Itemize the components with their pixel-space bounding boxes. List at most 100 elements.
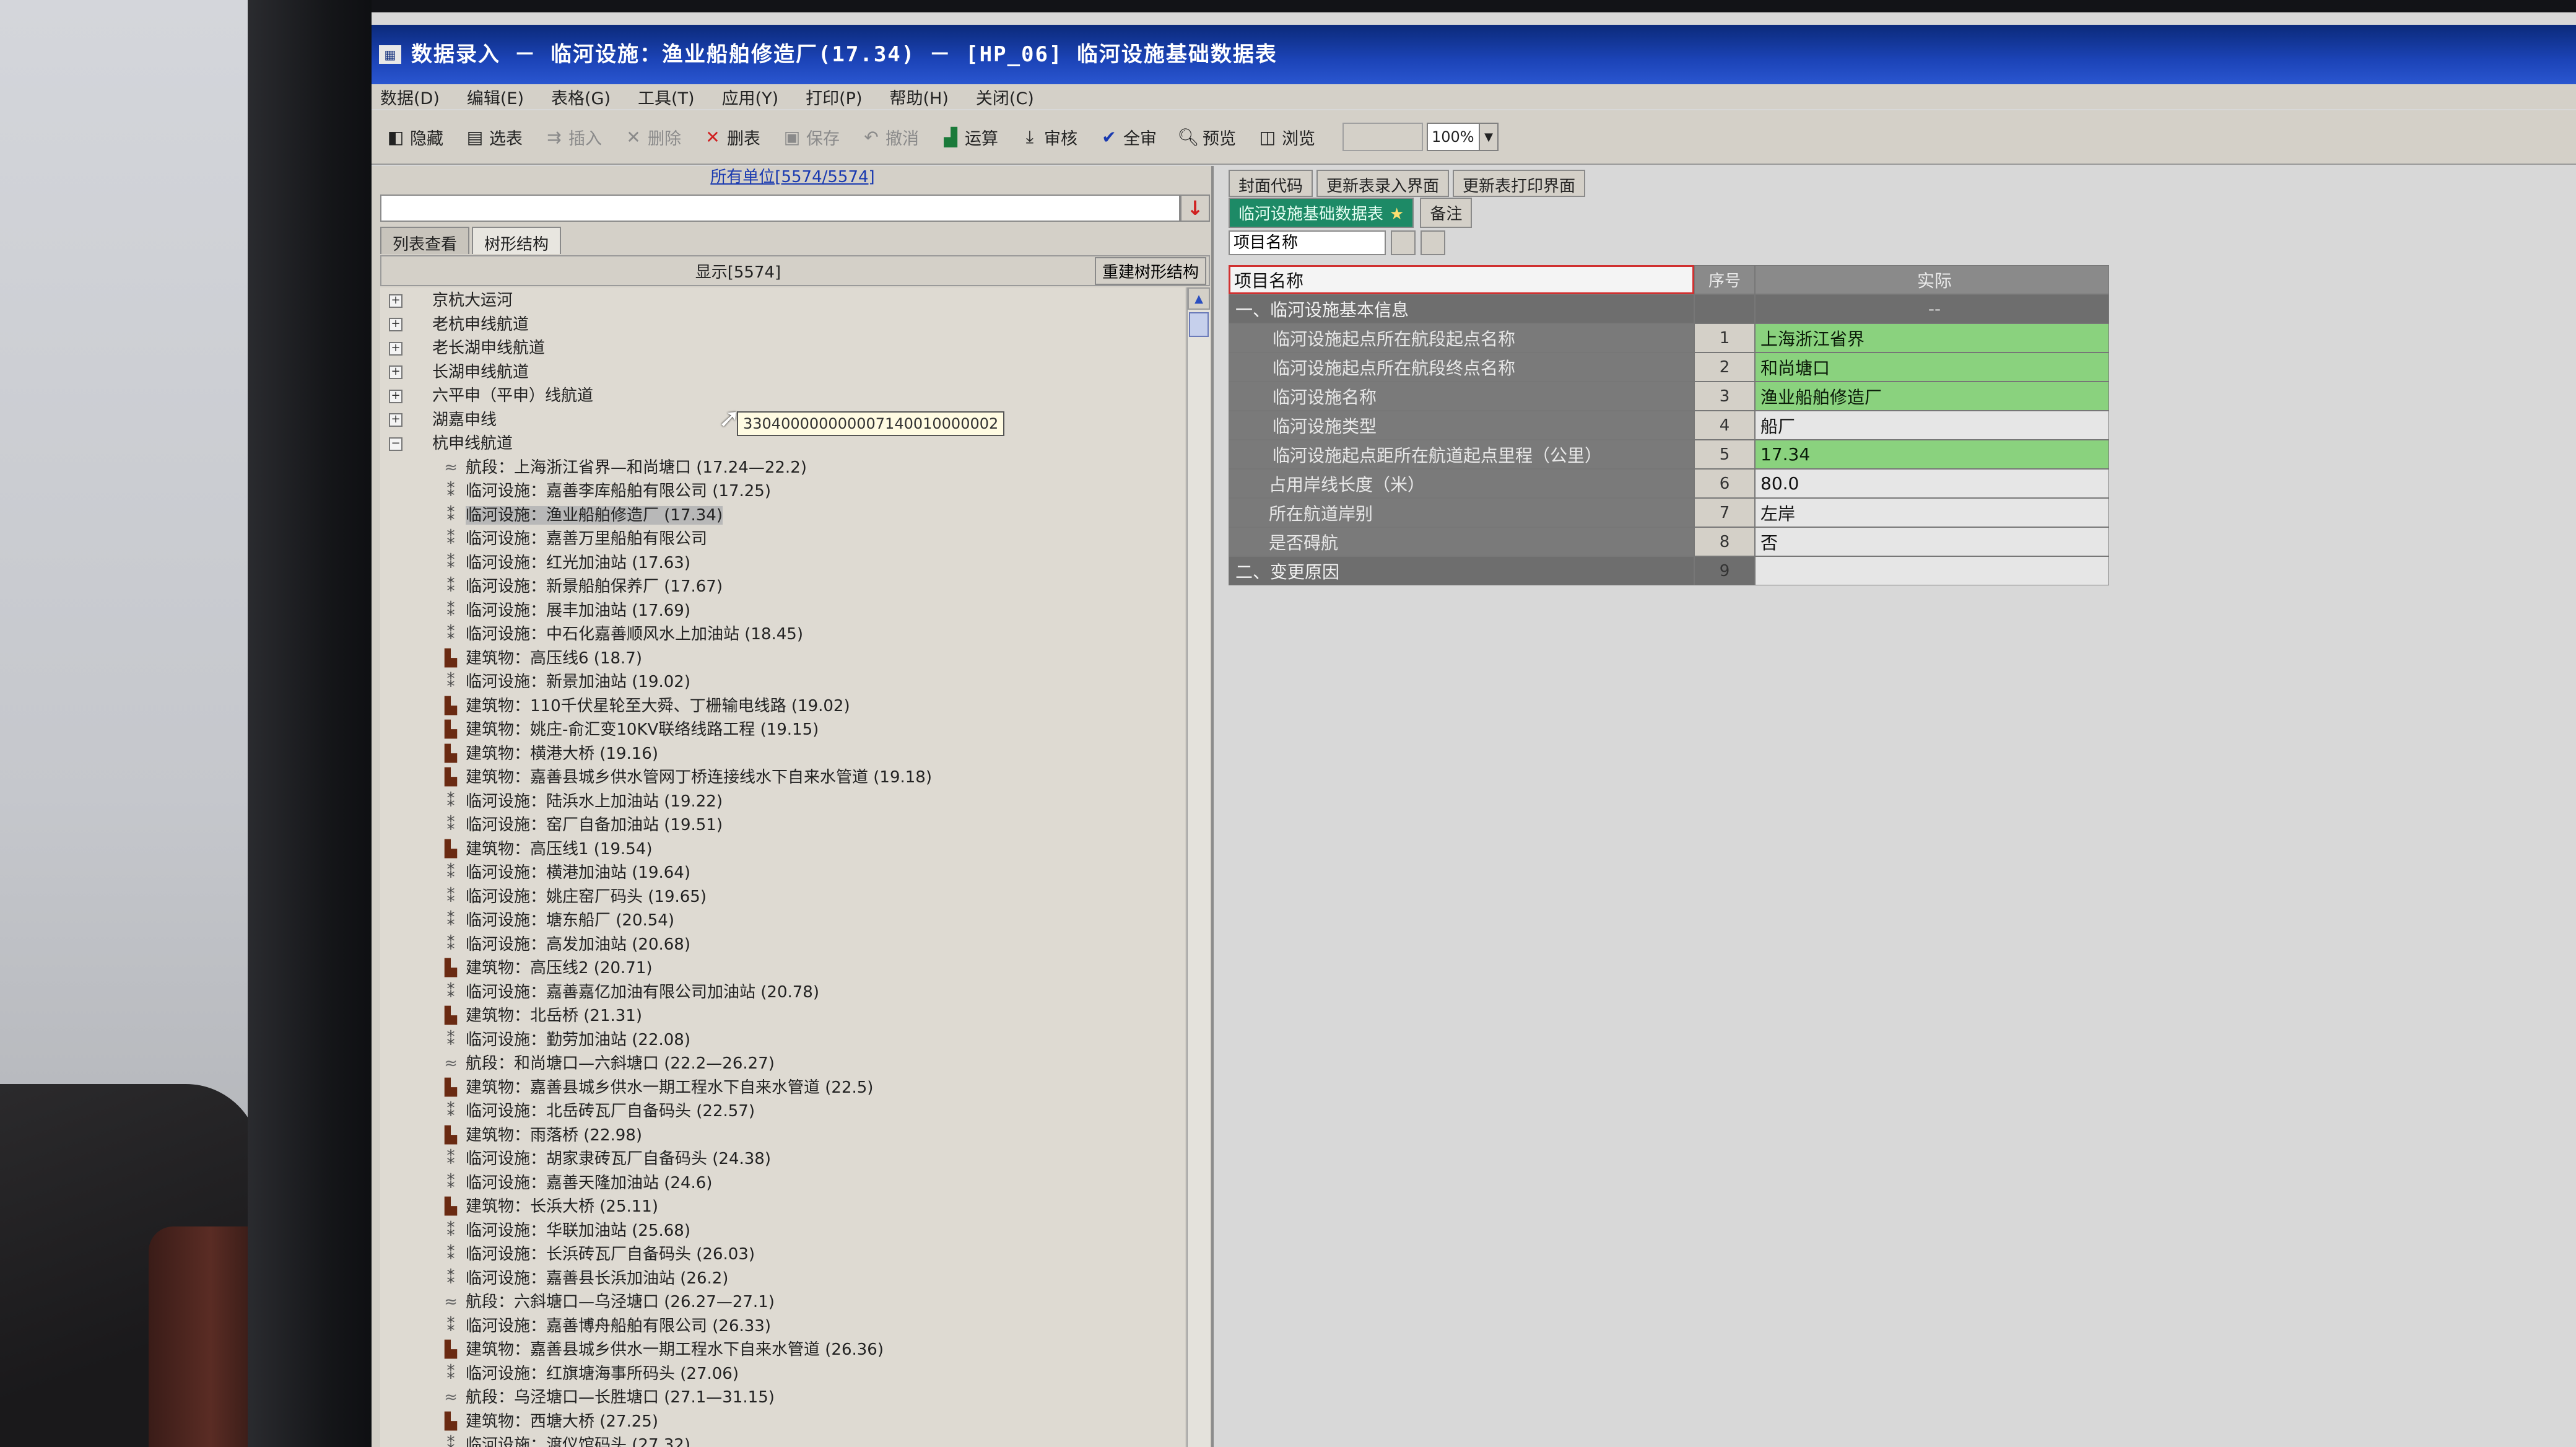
menu-table[interactable]: 表格(G) — [551, 85, 611, 109]
grid-cell-name[interactable]: 临河设施起点所在航段终点名称 — [1229, 352, 1694, 382]
tree-facility-node[interactable]: ⁑ 临河设施：陆浜水上加油站 (19.22) — [440, 790, 723, 813]
grid-cell-name[interactable]: 占用岸线长度（米） — [1229, 469, 1694, 498]
menu-close[interactable]: 关闭(C) — [976, 85, 1034, 109]
grid-cell-value[interactable]: 17.34 — [1755, 440, 2109, 469]
grid-cell-value[interactable]: 和尚塘口 — [1755, 352, 2109, 382]
tree-root-node[interactable]: + 长湖申线航道 — [389, 361, 529, 384]
tree-root-node[interactable]: + 湖嘉申线 — [389, 408, 497, 432]
menu-help[interactable]: 帮助(H) — [889, 85, 948, 109]
tab-cover-code[interactable]: 封面代码 — [1229, 170, 1313, 197]
grid-cell-name[interactable]: 是否碍航 — [1229, 527, 1694, 556]
tree-facility-node[interactable]: ⁑ 临河设施：塘东船厂 (20.54) — [440, 909, 675, 932]
menu-tools[interactable]: 工具(T) — [638, 85, 695, 109]
tree-segment-node[interactable]: ≈ 航段：乌泾塘口—长胜塘口 (27.1—31.15) — [440, 1386, 775, 1409]
tree-facility-node[interactable]: ⁑ 临河设施：渔业船舶修造厂 (17.34) — [440, 504, 723, 527]
tab-list-view[interactable]: 列表查看 — [380, 227, 470, 254]
grid-cell-value[interactable]: -- — [1755, 294, 2109, 323]
grid-cell-name[interactable]: 临河设施起点所在航段起点名称 — [1229, 323, 1694, 352]
tree-building-node[interactable]: ▙ 建筑物：北岳桥 (21.31) — [440, 1004, 642, 1028]
field-aux-box[interactable] — [1391, 230, 1416, 255]
window-titlebar[interactable]: ▦ 数据录入 － 临河设施：渔业船舶修造厂(17.34) － [HP_06] 临… — [372, 25, 2576, 84]
tree-facility-node[interactable]: ⁑ 临河设施：华联加油站 (25.68) — [440, 1219, 691, 1243]
tree-root-node[interactable]: + 老杭申线航道 — [389, 313, 529, 336]
scroll-thumb[interactable] — [1189, 312, 1209, 337]
tree-facility-node[interactable]: ⁑ 临河设施：姚庄窑厂码头 (19.65) — [440, 885, 707, 909]
undo-button[interactable]: ↶ 撤消 — [861, 125, 919, 149]
tree-facility-node[interactable]: ⁑ 临河设施：嘉善天隆加油站 (24.6) — [440, 1171, 713, 1195]
tree-building-node[interactable]: ▙ 建筑物：高压线1 (19.54) — [440, 837, 653, 861]
grid-cell-value[interactable]: 否 — [1755, 527, 2109, 556]
tree-segment-node[interactable]: ≈ 航段：六斜塘口—乌泾塘口 (26.27—27.1) — [440, 1290, 775, 1314]
grid-cell-value[interactable]: 80.0 — [1755, 469, 2109, 498]
tree-facility-node[interactable]: ⁑ 临河设施：中石化嘉善顺风水上加油站 (18.45) — [440, 623, 804, 646]
header-project-name[interactable]: 项目名称 — [1229, 265, 1694, 294]
tree-building-node[interactable]: ▙ 建筑物：西塘大桥 (27.25) — [440, 1410, 658, 1433]
tree-facility-node[interactable]: ⁑ 临河设施：嘉善万里船舶有限公司 — [440, 527, 708, 551]
select-table-button[interactable]: ▤ 选表 — [464, 125, 523, 149]
tree-facility-node[interactable]: ⁑ 临河设施：展丰加油站 (17.69) — [440, 599, 691, 623]
field-name-box[interactable]: 项目名称 — [1229, 230, 1386, 255]
tree-segment-node[interactable]: ≈ 航段：和尚塘口—六斜塘口 (22.2—26.27) — [440, 1052, 775, 1075]
grid-cell-value[interactable]: 渔业船舶修造厂 — [1755, 382, 2109, 411]
delete-table-button[interactable]: ✕ 删表 — [702, 125, 760, 149]
tree-building-node[interactable]: ▙ 建筑物：高压线6 (18.7) — [440, 647, 642, 670]
tree-building-node[interactable]: ▙ 建筑物：姚庄-俞汇变10KV联络线路工程 (19.15) — [440, 718, 819, 741]
tree-facility-node[interactable]: ⁑ 临河设施：新景加油站 (19.02) — [440, 670, 691, 694]
tree-facility-node[interactable]: ⁑ 临河设施：窑厂自备加油站 (19.51) — [440, 813, 723, 837]
save-button[interactable]: ▣ 保存 — [781, 125, 840, 149]
tree-segment-node[interactable]: ≈ 航段：上海浙江省界—和尚塘口 (17.24—22.2) — [440, 456, 807, 479]
tree-facility-node[interactable]: ⁑ 临河设施：红旗塘海事所码头 (27.06) — [440, 1362, 739, 1386]
tree-facility-node[interactable]: ⁑ 临河设施：渡仪馆码头 (27.32) — [440, 1433, 691, 1447]
tree-facility-node[interactable]: ⁑ 临河设施：长浜砖瓦厂自备码头 (26.03) — [440, 1243, 755, 1266]
tree-building-node[interactable]: ▙ 建筑物：嘉善县城乡供水管网丁桥连接线水下自来水管道 (19.18) — [440, 766, 932, 789]
grid-cell-name[interactable]: 临河设施起点距所在航道起点里程（公里） — [1229, 440, 1694, 469]
menu-apply[interactable]: 应用(Y) — [722, 85, 779, 109]
tree-root-node[interactable]: + 京杭大运河 — [389, 289, 513, 312]
expand-icon[interactable]: + — [389, 318, 402, 331]
grid-cell-value[interactable]: 左岸 — [1755, 498, 2109, 527]
tab-update-print[interactable]: 更新表打印界面 — [1453, 170, 1586, 197]
browse-button[interactable]: ◫ 浏览 — [1257, 125, 1315, 149]
menu-edit[interactable]: 编辑(E) — [467, 85, 524, 109]
tree-facility-node[interactable]: ⁑ 临河设施：胡家隶砖瓦厂自备码头 (24.38) — [440, 1147, 772, 1171]
tree-facility-node[interactable]: ⁑ 临河设施：北岳砖瓦厂自备码头 (22.57) — [440, 1099, 755, 1123]
tree-building-node[interactable]: ▙ 建筑物：嘉善县城乡供水一期工程水下自来水管道 (22.5) — [440, 1076, 873, 1099]
tab-tree-view[interactable]: 树形结构 — [472, 227, 562, 254]
expand-icon[interactable]: + — [389, 413, 402, 427]
tree-building-node[interactable]: ▙ 建筑物：嘉善县城乡供水一期工程水下自来水管道 (26.36) — [440, 1338, 884, 1362]
expand-icon[interactable]: + — [389, 389, 402, 403]
tree-root-node[interactable]: + 六平申（平申）线航道 — [389, 384, 593, 408]
grid-cell-name[interactable]: 临河设施名称 — [1229, 382, 1694, 411]
full-review-button[interactable]: ✔ 全审 — [1099, 125, 1157, 149]
filter-input[interactable] — [380, 195, 1180, 222]
tree-facility-node[interactable]: ⁑ 临河设施：横港加油站 (19.64) — [440, 861, 691, 885]
tree-facility-node[interactable]: ⁑ 临河设施：新景船舶保养厂 (17.67) — [440, 575, 723, 598]
tree-building-node[interactable]: ▙ 建筑物：雨落桥 (22.98) — [440, 1124, 642, 1147]
expand-icon[interactable]: + — [389, 294, 402, 308]
expand-icon[interactable]: + — [389, 341, 402, 356]
collapse-icon[interactable]: − — [389, 437, 402, 451]
calculate-button[interactable]: ▟ 运算 — [940, 125, 998, 149]
preview-button[interactable]: 🔍︎ 预览 — [1177, 125, 1236, 149]
grid-cell-value[interactable]: 船厂 — [1755, 411, 2109, 440]
arrow-down-icon[interactable]: ↓ — [1180, 195, 1210, 222]
tree-facility-node[interactable]: ⁑ 临河设施：高发加油站 (20.68) — [440, 933, 691, 956]
grid-cell-name[interactable]: 临河设施类型 — [1229, 411, 1694, 440]
field-aux-box-2[interactable] — [1421, 230, 1445, 255]
review-button[interactable]: ⤓ 审核 — [1019, 125, 1077, 149]
grid-cell-name[interactable]: 二、变更原因 — [1229, 556, 1694, 585]
tree-building-node[interactable]: ▙ 建筑物：110千伏星轮至大舜、丁栅输电线路 (19.02) — [440, 694, 850, 718]
hide-button[interactable]: ◧ 隐藏 — [385, 125, 443, 149]
tree-facility-node[interactable]: ⁑ 临河设施：嘉善博舟船舶有限公司 (26.33) — [440, 1314, 772, 1338]
tree-building-node[interactable]: ▙ 建筑物：高压线2 (20.71) — [440, 956, 653, 980]
grid-cell-name[interactable]: 一、临河设施基本信息 — [1229, 294, 1694, 323]
grid-cell-name[interactable]: 所在航道岸别 — [1229, 498, 1694, 527]
tree-root-node[interactable]: − 杭申线航道 — [389, 432, 513, 455]
tree-facility-node[interactable]: ⁑ 临河设施：嘉善李库船舶有限公司 (17.25) — [440, 479, 772, 503]
tree-facility-node[interactable]: ⁑ 临河设施：红光加油站 (17.63) — [440, 551, 691, 575]
tree-facility-node[interactable]: ⁑ 临河设施：勤劳加油站 (22.08) — [440, 1028, 691, 1052]
all-units-link[interactable]: 所有单位[5574/5574] — [372, 166, 1214, 188]
menu-data[interactable]: 数据(D) — [380, 85, 440, 109]
tree-facility-node[interactable]: ⁑ 临河设施：嘉善嘉亿加油有限公司加油站 (20.78) — [440, 981, 820, 1004]
rebuild-tree-button[interactable]: 重建树形结构 — [1094, 256, 1206, 285]
